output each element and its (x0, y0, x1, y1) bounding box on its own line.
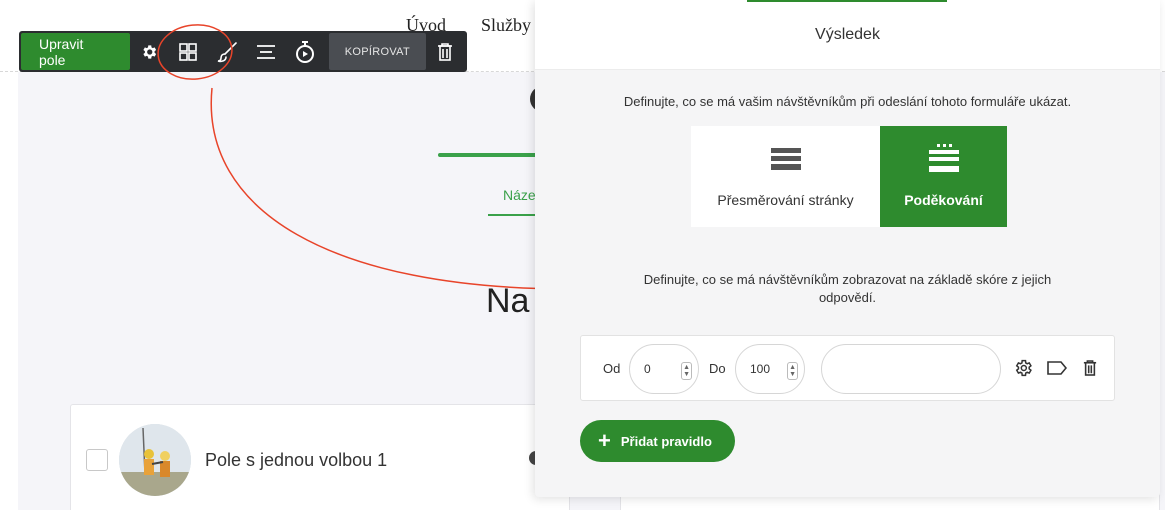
trash-icon[interactable] (426, 33, 465, 70)
redirect-icon (770, 148, 801, 179)
option-thank-you-label: Poděkování (904, 192, 983, 208)
trash-icon[interactable] (1078, 356, 1102, 380)
panel-header: Výsledek (535, 0, 1160, 70)
align-icon[interactable] (247, 33, 286, 70)
timer-icon[interactable] (286, 33, 325, 70)
to-score-input[interactable]: 100 ▲ ▼ (735, 344, 805, 394)
option-page-redirect[interactable]: Přesměrování stránky (691, 126, 880, 227)
gear-icon[interactable] (130, 33, 169, 70)
score-rule-row: Od 0 ▲ ▼ Do 100 ▲ ▼ (580, 335, 1115, 401)
form-heading: Na (486, 282, 530, 320)
from-score-input[interactable]: 0 ▲ ▼ (629, 344, 699, 394)
tag-icon[interactable] (1045, 356, 1069, 380)
layout-grid-icon[interactable] (169, 33, 208, 70)
form-tab-name[interactable]: Náze (503, 187, 536, 203)
from-score-value: 0 (644, 362, 651, 376)
stepper-icon[interactable]: ▲ ▼ (681, 362, 692, 380)
field-toolbar: Upravit pole KOPÍROVAT (19, 31, 467, 72)
from-label: Od (603, 361, 621, 376)
panel-description: Definujte, co se má vašim návštěvníkům p… (623, 94, 1072, 109)
stepper-icon[interactable]: ▲ ▼ (787, 362, 798, 380)
add-rule-button[interactable]: + Přidat pravidlo (580, 420, 735, 462)
brush-icon[interactable] (208, 33, 247, 70)
panel-tab-indicator (747, 0, 947, 2)
field-label: Pole s jednou volbou 1 (205, 450, 388, 470)
thank-you-icon (928, 144, 959, 181)
option-page-redirect-label: Přesměrování stránky (717, 192, 854, 208)
option-thank-you[interactable]: Poděkování (880, 126, 1007, 227)
copy-button[interactable]: KOPÍROVAT (328, 33, 426, 70)
nav-link-services[interactable]: Služby (481, 15, 531, 36)
field-checkbox[interactable] (86, 449, 108, 471)
to-score-value: 100 (750, 362, 771, 376)
result-text-input[interactable] (821, 344, 1001, 394)
score-description: Definujte, co se má návštěvníkům zobrazo… (643, 272, 1052, 305)
gear-icon[interactable] (1011, 356, 1035, 380)
to-label: Do (709, 361, 726, 376)
panel-title: Výsledek (815, 26, 880, 43)
result-settings-panel: Výsledek Definujte, co se má vašim návšt… (535, 0, 1160, 497)
field-image (119, 424, 191, 496)
add-rule-label: Přidat pravidlo (620, 433, 712, 449)
edit-fields-button[interactable]: Upravit pole (21, 33, 130, 70)
plus-icon: + (598, 428, 611, 453)
